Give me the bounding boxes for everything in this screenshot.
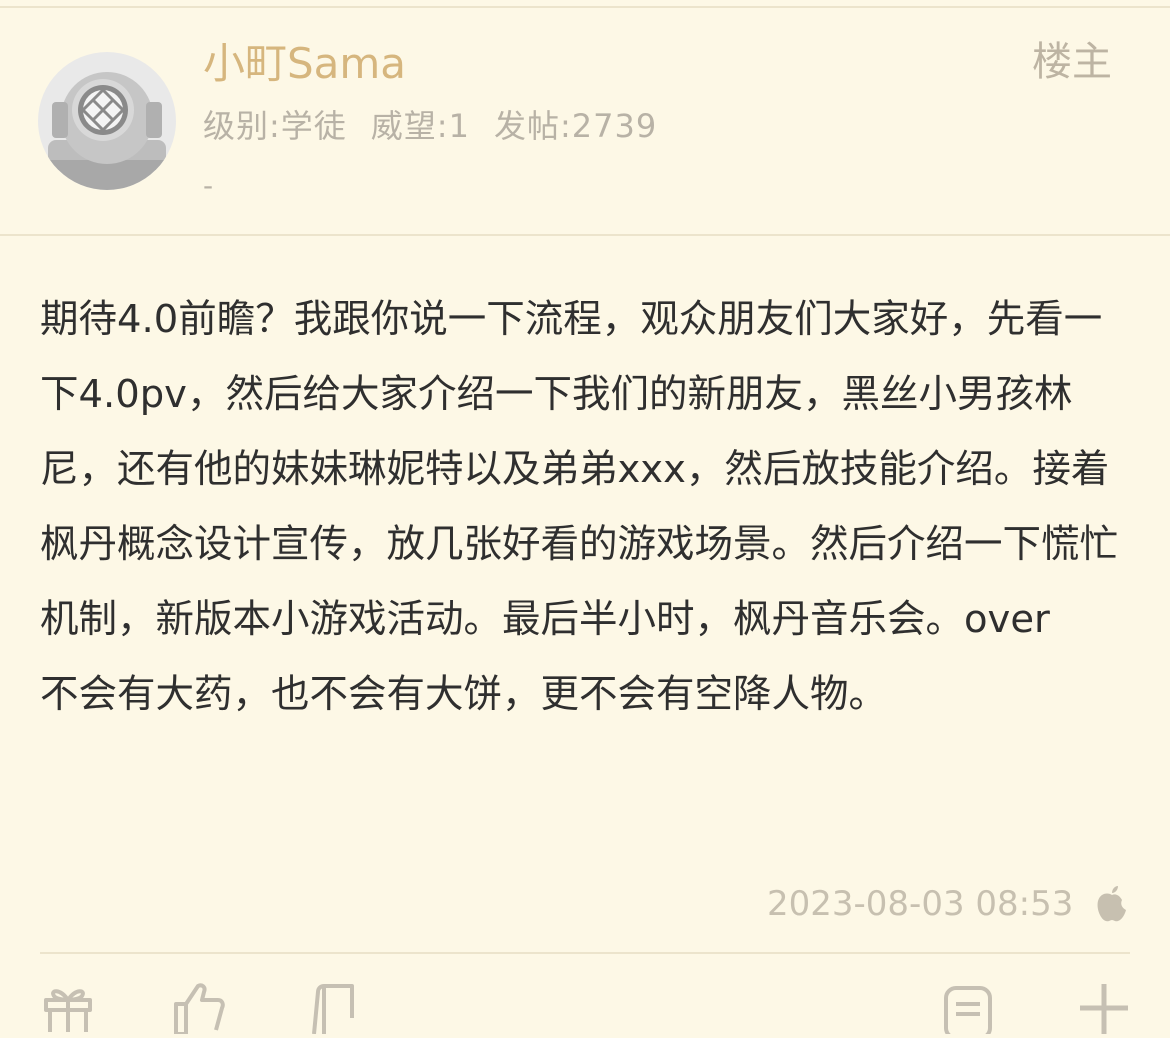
add-icon[interactable] <box>1076 978 1132 1034</box>
header-divider <box>0 234 1170 236</box>
author-meta: 级别:学徒 威望:1 发帖:2739 <box>203 105 681 147</box>
reply-icon[interactable] <box>940 978 996 1038</box>
post-content: 期待4.0前瞻？我跟你说一下流程，观众朋友们大家好，先看一下4.0pv，然后给大… <box>40 297 1119 717</box>
gift-icon[interactable] <box>40 978 96 1034</box>
footer-divider <box>40 952 1130 954</box>
author-post-count: 发帖:2739 <box>493 107 658 145</box>
author-name[interactable]: 小町Sama <box>203 38 406 90</box>
diving-helmet-icon <box>38 52 176 190</box>
op-badge: 楼主 <box>1032 39 1112 85</box>
apple-icon <box>1094 882 1130 924</box>
dislike-icon[interactable] <box>306 978 362 1035</box>
author-level: 级别:学徒 <box>203 107 347 145</box>
avatar[interactable] <box>38 52 176 190</box>
author-signature: - <box>203 169 214 202</box>
top-divider <box>0 6 1170 8</box>
author-prestige: 威望:1 <box>370 107 470 145</box>
like-icon[interactable] <box>172 978 228 1036</box>
post-timestamp: 2023-08-03 08:53 <box>767 884 1074 924</box>
